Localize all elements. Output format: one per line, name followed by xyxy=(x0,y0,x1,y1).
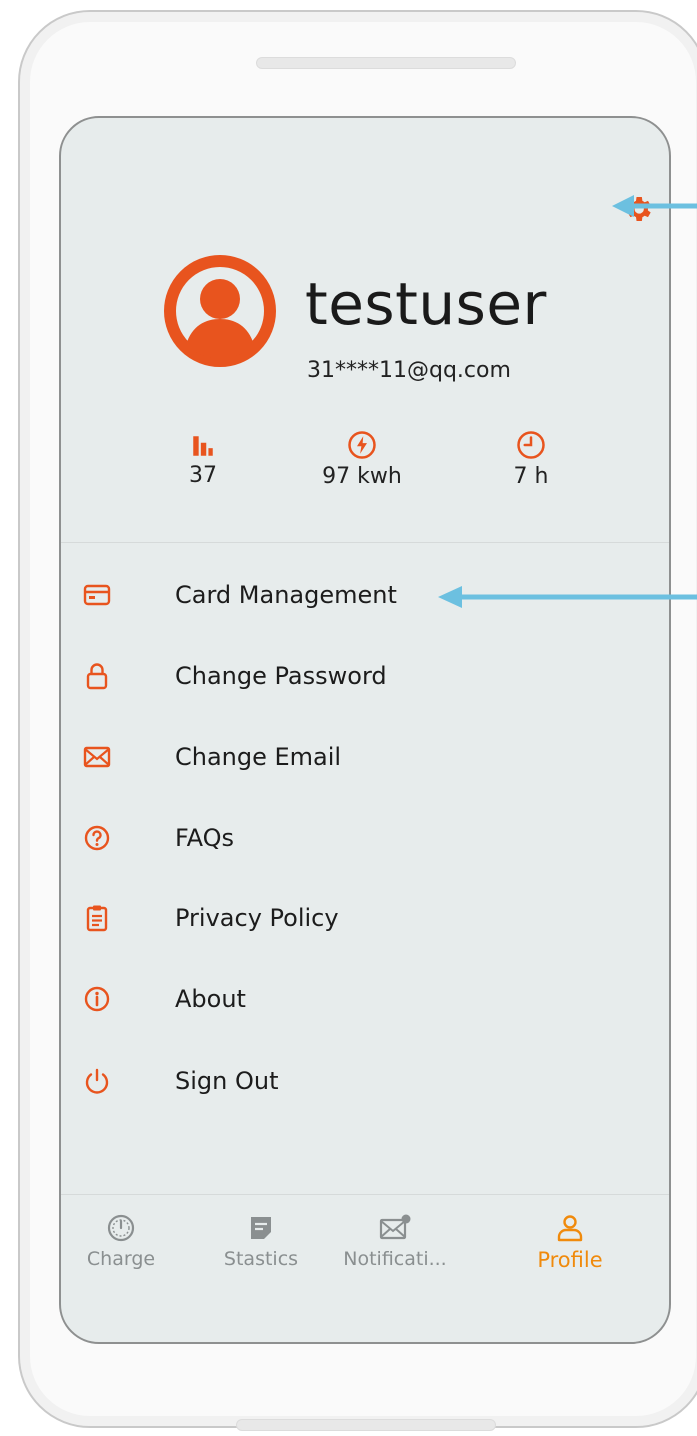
stat-count-value: 37 xyxy=(189,463,217,488)
notification-icon xyxy=(379,1214,411,1240)
stat-energy: 97 kwh xyxy=(297,430,427,489)
bolt-circle-icon xyxy=(348,431,376,459)
power-icon xyxy=(85,1068,109,1094)
menu-item-label: Change Password xyxy=(175,662,387,690)
bottom-tab-bar: Charge Stastics Notificati... Profile xyxy=(61,1194,669,1314)
menu-item-label: Card Management xyxy=(175,581,397,609)
menu-item-sign-out[interactable]: Sign Out xyxy=(61,1051,669,1111)
tab-label: Profile xyxy=(537,1248,603,1272)
tab-charge[interactable]: Charge xyxy=(61,1212,181,1270)
tab-notifications[interactable]: Notificati... xyxy=(335,1212,455,1270)
gauge-icon xyxy=(107,1214,135,1242)
person-icon xyxy=(557,1215,583,1242)
menu-item-privacy-policy[interactable]: Privacy Policy xyxy=(61,888,669,948)
stat-time: 7 h xyxy=(491,430,571,489)
tab-profile[interactable]: Profile xyxy=(510,1212,630,1272)
menu-item-label: Privacy Policy xyxy=(175,904,339,932)
speaker-grille xyxy=(256,57,516,69)
menu-item-label: Sign Out xyxy=(175,1067,279,1095)
card-icon xyxy=(83,584,111,606)
stat-charge-count: 37 xyxy=(175,433,231,488)
menu-item-change-password[interactable]: Change Password xyxy=(61,646,669,706)
clock-icon xyxy=(517,431,545,459)
clipboard-icon xyxy=(86,905,108,932)
annotation-arrow-settings xyxy=(612,195,697,217)
username: testuser xyxy=(305,270,547,338)
menu-item-label: About xyxy=(175,985,246,1013)
menu-item-faqs[interactable]: FAQs xyxy=(61,808,669,868)
tab-label: Notificati... xyxy=(343,1248,447,1270)
annotation-arrow-card-management xyxy=(438,586,697,608)
home-bar xyxy=(236,1419,496,1431)
app-screen: testuser 31****11@qq.com 37 97 kwh 7 h C… xyxy=(59,116,671,1344)
note-icon xyxy=(251,1217,271,1239)
menu-item-label: Change Email xyxy=(175,743,342,771)
avatar-icon xyxy=(164,255,276,367)
tab-label: Stastics xyxy=(223,1248,299,1270)
help-icon xyxy=(84,825,110,851)
menu-item-label: FAQs xyxy=(175,824,234,852)
menu-item-change-email[interactable]: Change Email xyxy=(61,727,669,787)
divider xyxy=(61,542,669,543)
user-email: 31****11@qq.com xyxy=(307,358,511,383)
tab-label: Charge xyxy=(86,1248,156,1270)
tab-stastics[interactable]: Stastics xyxy=(201,1212,321,1270)
menu-item-about[interactable]: About xyxy=(61,969,669,1029)
stat-energy-value: 97 kwh xyxy=(322,464,402,489)
info-icon xyxy=(84,986,110,1012)
stat-time-value: 7 h xyxy=(513,464,549,489)
lock-icon xyxy=(86,663,108,690)
mail-icon xyxy=(83,746,111,768)
bar-chart-icon xyxy=(193,436,213,456)
